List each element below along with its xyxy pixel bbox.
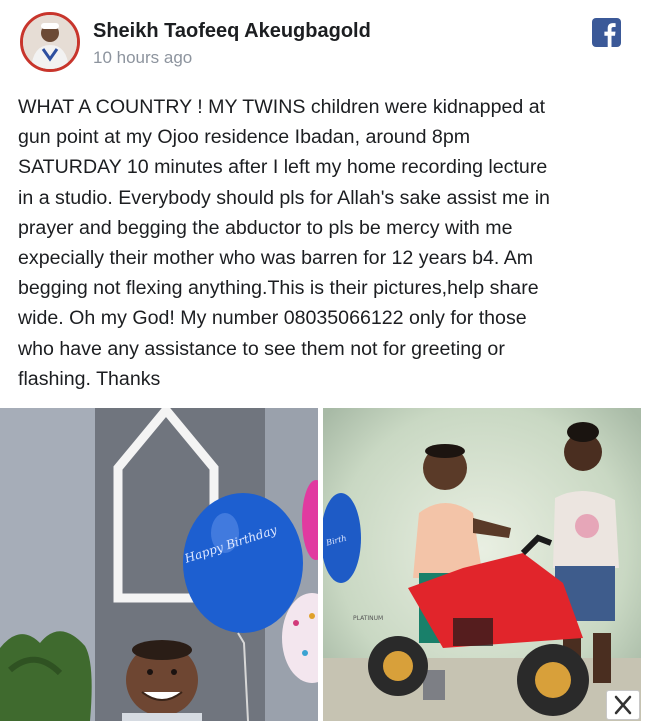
post-text-line: in a studio. Everybody should pls for Al… [18,186,550,209]
post-text-line: SATURDAY 10 minutes after I left my home… [18,156,548,179]
post-header: Sheikh Taofeeq Akeugbagold 10 hours ago [0,0,648,80]
photo-children-with-motorbike[interactable]: Birth PLATINUM [323,408,641,721]
facebook-icon[interactable] [592,18,621,47]
post-text-line: prayer and begging the abductor to pls b… [18,216,513,239]
post-text-line: who have any assistance to see them not … [18,337,505,360]
post-text-line: wide. Oh my God! My number 08035066122 o… [18,307,527,330]
post-text: WHAT A COUNTRY ! MY TWINS children were … [18,92,630,394]
post-text-line: begging not flexing anything.This is the… [18,277,539,300]
post-text-line: WHAT A COUNTRY ! MY TWINS children were … [18,96,546,118]
author-avatar[interactable] [20,12,80,72]
post-text-line: gun point at my Ojoo residence Ibadan, a… [18,126,471,149]
post-photos: Happy Birthday Birth PLATINUM [0,408,648,721]
post-timestamp[interactable]: 10 hours ago [93,48,192,68]
photo-child-with-balloons[interactable]: Happy Birthday [0,408,318,721]
svg-text:PLATINUM: PLATINUM [353,615,383,622]
post-text-line: flashing. Thanks [18,367,161,390]
post-text-line: expecially their mother who was barren f… [18,247,534,270]
close-button[interactable] [606,690,640,720]
author-name[interactable]: Sheikh Taofeeq Akeugbagold [93,20,371,43]
close-icon [614,695,632,715]
